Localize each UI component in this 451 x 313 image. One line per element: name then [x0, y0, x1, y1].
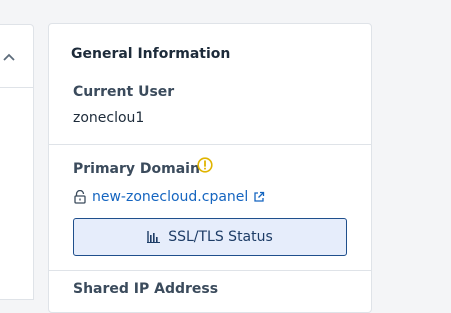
sidebar-panel: [0, 24, 34, 300]
general-information-card: General Information Current User zoneclo…: [48, 23, 372, 313]
bar-chart-icon: [147, 231, 161, 243]
section-divider: [49, 144, 371, 145]
card-title: General Information: [71, 46, 231, 62]
primary-domain-label: Primary Domain: [73, 161, 200, 177]
primary-domain-link[interactable]: new-zonecloud.cpanel: [92, 189, 248, 205]
sidebar-divider: [0, 87, 33, 88]
ssl-tls-status-button[interactable]: SSL/TLS Status: [73, 218, 347, 256]
shared-ip-label: Shared IP Address: [73, 281, 219, 297]
external-link-icon[interactable]: [253, 191, 265, 203]
current-user-value: zoneclou1: [73, 110, 145, 126]
unlock-icon: [74, 190, 86, 204]
chevron-up-icon: [3, 53, 15, 61]
ssl-tls-status-label: SSL/TLS Status: [168, 229, 273, 245]
warning-icon[interactable]: [197, 157, 213, 173]
current-user-label: Current User: [73, 84, 175, 100]
primary-domain-row: new-zonecloud.cpanel: [73, 189, 265, 205]
section-divider: [49, 270, 371, 271]
collapse-button[interactable]: [0, 48, 18, 66]
